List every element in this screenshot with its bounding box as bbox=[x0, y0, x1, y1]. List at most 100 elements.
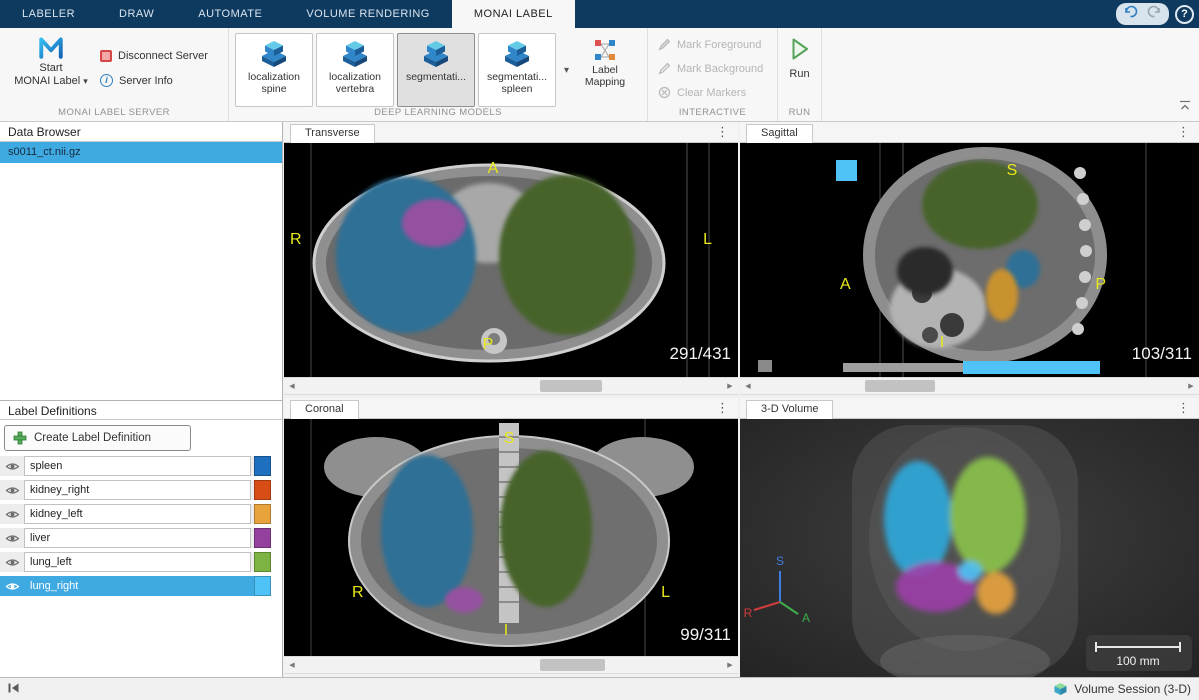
scrollbar-right-icon[interactable]: ▶ bbox=[722, 657, 738, 673]
section-label-server: MONAI LABEL SERVER bbox=[0, 107, 228, 118]
label-row-spleen[interactable]: spleen bbox=[0, 456, 271, 476]
tab-labeler[interactable]: LABELER bbox=[0, 0, 97, 28]
label-color-swatch[interactable] bbox=[254, 456, 271, 476]
chevron-down-icon: ▾ bbox=[83, 77, 88, 87]
undo-button[interactable] bbox=[1124, 5, 1138, 23]
create-label-definition-label: Create Label Definition bbox=[34, 432, 151, 444]
volume3d-header: 3-D Volume ⋮ bbox=[740, 398, 1199, 419]
tab-draw[interactable]: DRAW bbox=[97, 0, 176, 28]
eye-icon[interactable] bbox=[5, 509, 20, 520]
menu-dots-icon[interactable]: ⋮ bbox=[1177, 125, 1190, 140]
label-color-swatch[interactable] bbox=[254, 528, 271, 548]
tab-volume-rendering[interactable]: VOLUME RENDERING bbox=[284, 0, 452, 28]
mark-background-button[interactable]: Mark Background bbox=[658, 62, 763, 75]
slice-indicator: 103/311 bbox=[1132, 344, 1192, 363]
tab-monai-label[interactable]: MONAI LABEL bbox=[452, 0, 575, 28]
label-definitions-title: Label Definitions bbox=[0, 400, 282, 420]
sagittal-scrollbar[interactable]: ◀ ▶ bbox=[740, 377, 1199, 395]
volume3d-tab[interactable]: 3-D Volume bbox=[746, 400, 833, 419]
redo-button[interactable] bbox=[1147, 5, 1161, 23]
help-button[interactable]: ? bbox=[1175, 5, 1194, 24]
slice-range-highlight[interactable] bbox=[963, 361, 1100, 374]
menu-dots-icon[interactable]: ⋮ bbox=[716, 401, 729, 416]
transverse-canvas[interactable]: A R L P 291/431 bbox=[284, 143, 738, 377]
label-mapping-button[interactable]: Label Mapping bbox=[579, 33, 631, 107]
scrollbar-thumb[interactable] bbox=[540, 659, 605, 671]
label-color-swatch[interactable] bbox=[254, 504, 271, 524]
collapse-ribbon-button[interactable] bbox=[1179, 98, 1191, 116]
label-name[interactable]: lung_right bbox=[24, 576, 251, 596]
scrollbar-right-icon[interactable]: ▶ bbox=[1183, 378, 1199, 394]
sagittal-header: Sagittal ⋮ bbox=[740, 122, 1199, 143]
data-browser-item[interactable]: s0011_ct.nii.gz bbox=[0, 142, 282, 163]
disconnect-server-button[interactable]: Disconnect Server bbox=[100, 50, 208, 62]
monai-logo-icon bbox=[38, 35, 64, 59]
gallery-dropdown-button[interactable]: ▾ bbox=[559, 33, 574, 107]
collapse-panel-icon bbox=[8, 683, 19, 693]
coronal-scrollbar[interactable]: ◀ ▶ bbox=[284, 656, 738, 674]
label-name[interactable]: kidney_left bbox=[24, 504, 251, 524]
coronal-canvas[interactable]: S R L I 99/311 bbox=[284, 419, 738, 656]
scale-bar-label: 100 mm bbox=[1116, 654, 1159, 668]
volume-rendering-illustration: S R A 100 mm bbox=[740, 419, 1199, 677]
coronal-tab[interactable]: Coronal bbox=[290, 400, 359, 419]
scrollbar-right-icon[interactable]: ▶ bbox=[722, 378, 738, 394]
create-label-definition-button[interactable]: Create Label Definition bbox=[4, 425, 191, 451]
model-segmentation-spleen[interactable]: segmentati... spleen bbox=[478, 33, 556, 107]
menu-dots-icon[interactable]: ⋮ bbox=[1177, 401, 1190, 416]
eye-icon[interactable] bbox=[5, 533, 20, 544]
label-name[interactable]: lung_left bbox=[24, 552, 251, 572]
model-localization-vertebra[interactable]: localization vertebra bbox=[316, 33, 394, 107]
model-segmentation-selected[interactable]: segmentati... bbox=[397, 33, 475, 107]
label-name[interactable]: spleen bbox=[24, 456, 251, 476]
sagittal-tab[interactable]: Sagittal bbox=[746, 124, 813, 143]
run-button[interactable]: Run bbox=[778, 37, 821, 80]
label-color-swatch[interactable] bbox=[254, 552, 271, 572]
orientation-label-left: R bbox=[352, 584, 364, 601]
orientation-label-left: R bbox=[290, 231, 302, 248]
tab-automate[interactable]: AUTOMATE bbox=[176, 0, 284, 28]
label-row-kidney-right[interactable]: kidney_right bbox=[0, 480, 271, 500]
sagittal-canvas[interactable]: S A P I 103/311 bbox=[740, 143, 1199, 377]
scrollbar-thumb[interactable] bbox=[540, 380, 602, 392]
scrollbar-left-icon[interactable]: ◀ bbox=[740, 378, 756, 394]
volume3d-canvas[interactable]: S R A 100 mm bbox=[740, 419, 1199, 677]
label-row-liver[interactable]: liver bbox=[0, 528, 271, 548]
orientation-label-left: A bbox=[840, 276, 851, 293]
section-label-models: DEEP LEARNING MODELS bbox=[229, 107, 647, 118]
label-color-swatch[interactable] bbox=[254, 576, 271, 596]
label-name[interactable]: liver bbox=[24, 528, 251, 548]
orientation-label-bottom: I bbox=[504, 622, 508, 639]
label-row-lung-right[interactable]: lung_right bbox=[0, 576, 271, 596]
label-color-swatch[interactable] bbox=[254, 480, 271, 500]
sagittal-ct-illustration: S A P I 103/311 bbox=[740, 143, 1199, 377]
mark-foreground-button[interactable]: Mark Foreground bbox=[658, 38, 761, 51]
scrollbar-thumb[interactable] bbox=[865, 380, 935, 392]
server-info-button[interactable]: i Server Info bbox=[100, 74, 173, 87]
transverse-scrollbar[interactable]: ◀ ▶ bbox=[284, 377, 738, 395]
slice-range-handle[interactable] bbox=[758, 360, 772, 372]
chevron-down-icon: ▾ bbox=[564, 65, 569, 76]
scrollbar-left-icon[interactable]: ◀ bbox=[284, 657, 300, 673]
slice-indicator: 99/311 bbox=[680, 625, 731, 644]
eye-icon[interactable] bbox=[5, 581, 20, 592]
clear-markers-button[interactable]: Clear Markers bbox=[658, 86, 746, 99]
label-name[interactable]: kidney_right bbox=[24, 480, 251, 500]
eye-icon[interactable] bbox=[5, 461, 20, 472]
server-info-label: Server Info bbox=[119, 75, 173, 87]
label-row-kidney-left[interactable]: kidney_left bbox=[0, 504, 271, 524]
scrollbar-left-icon[interactable]: ◀ bbox=[284, 378, 300, 394]
transverse-tab[interactable]: Transverse bbox=[290, 124, 375, 143]
start-monai-label-button[interactable]: Start MONAI Label ▾ bbox=[14, 35, 88, 89]
eye-icon[interactable] bbox=[5, 485, 20, 496]
model-localization-spine[interactable]: localization spine bbox=[235, 33, 313, 107]
plus-icon bbox=[13, 431, 27, 445]
slice-range-bar[interactable] bbox=[843, 363, 963, 372]
eye-icon[interactable] bbox=[5, 557, 20, 568]
menu-dots-icon[interactable]: ⋮ bbox=[716, 125, 729, 140]
orientation-label-top: S bbox=[1007, 162, 1018, 179]
label-row-lung-left[interactable]: lung_left bbox=[0, 552, 271, 572]
model-label-line2: spine bbox=[261, 83, 286, 95]
orientation-label-top: S bbox=[504, 430, 515, 447]
collapse-panel-button[interactable] bbox=[8, 682, 19, 696]
